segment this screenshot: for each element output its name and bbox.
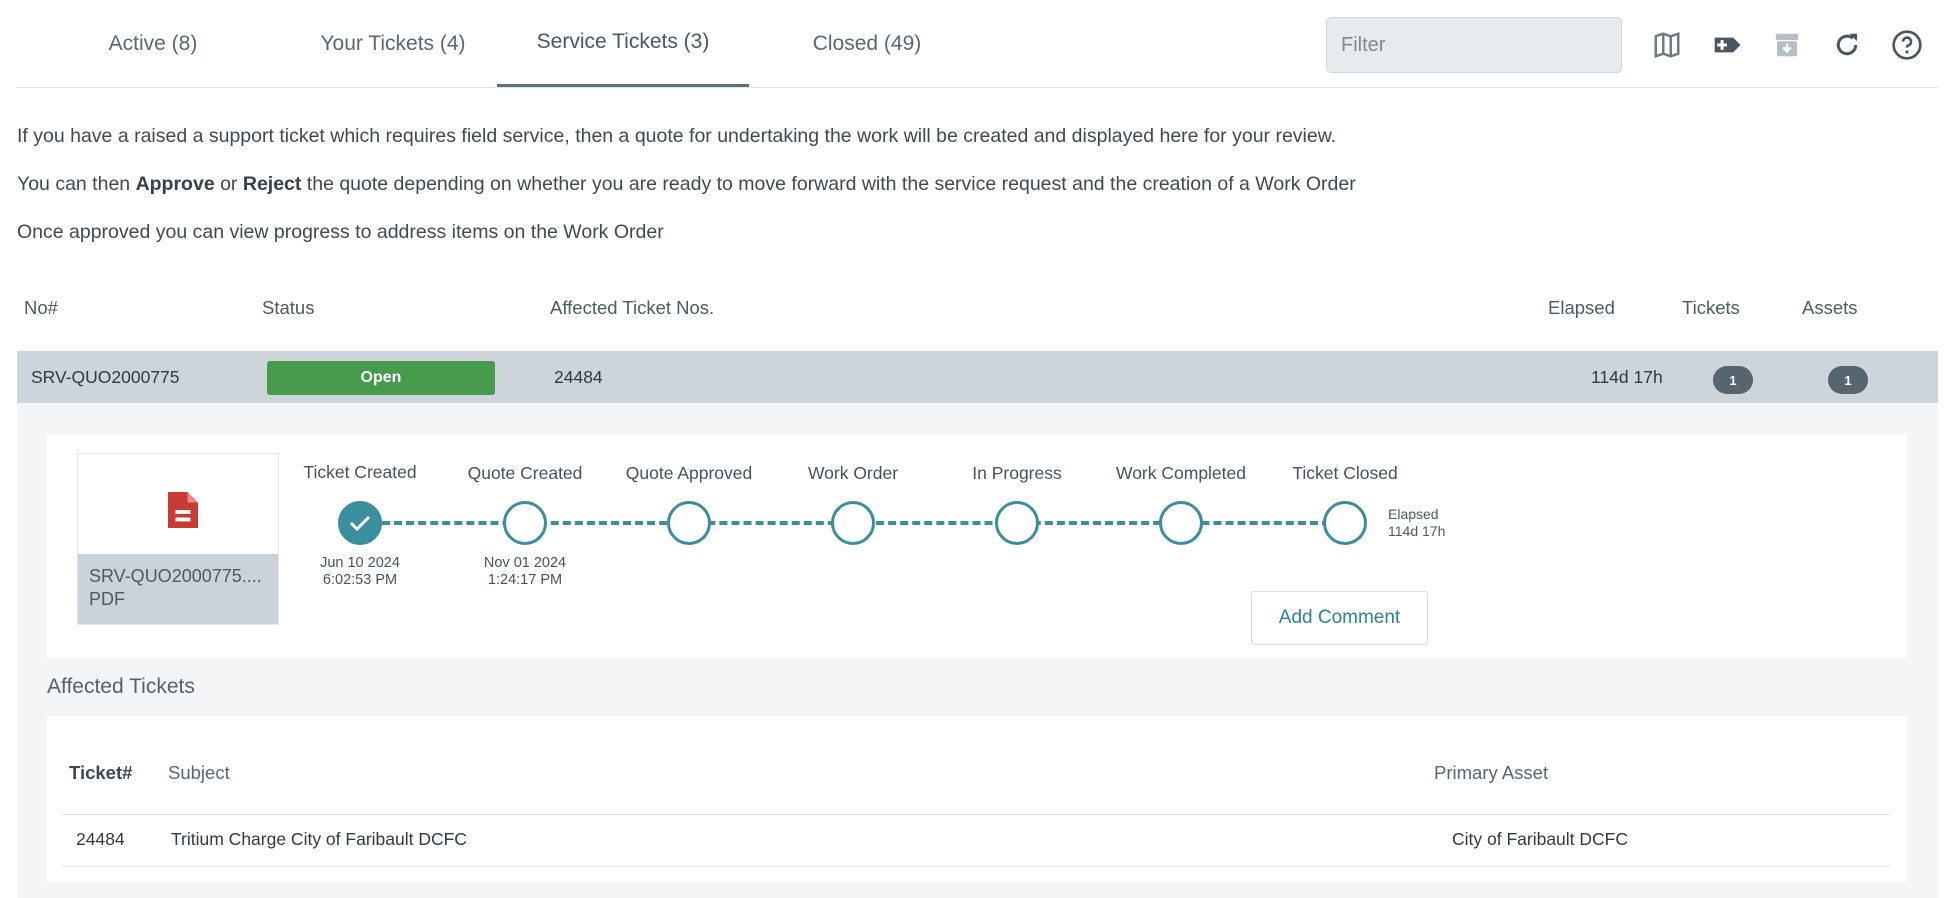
add-comment-button[interactable]: Add Comment — [1251, 591, 1428, 645]
header-status[interactable]: Status — [262, 297, 314, 319]
intro-line-3: Once approved you can view progress to a… — [17, 221, 664, 243]
assets-count-badge: 1 — [1828, 366, 1868, 394]
step-label: Ticket Closed — [1292, 463, 1398, 483]
header-primary-asset[interactable]: Primary Asset — [1434, 762, 1548, 784]
document-name: SRV-QUO2000775.... — [89, 566, 262, 586]
step-date: Jun 10 2024 — [320, 555, 400, 571]
affected-ticket-subject: Tritium Charge City of Faribault DCFC — [171, 829, 467, 849]
elapsed-value: 114d 17h — [1591, 366, 1663, 387]
step-quote-approved — [667, 501, 711, 545]
step-label: Quote Created — [467, 463, 583, 483]
status-badge: Open — [267, 361, 495, 395]
step-label: Work Order — [807, 463, 899, 483]
document-footer: SRV-QUO2000775.... PDF — [78, 554, 278, 624]
step-time: 6:02:53 PM — [322, 572, 398, 588]
step-work-completed — [1159, 501, 1203, 545]
affected-ticket-number[interactable]: 24484 — [76, 829, 125, 850]
tab-closed[interactable]: Closed (49) — [782, 0, 952, 88]
step-ticket-created — [338, 501, 382, 545]
header-tickets[interactable]: Tickets — [1682, 297, 1740, 319]
step-date: Nov 01 2024 — [483, 555, 567, 571]
affected-tickets-title: Affected Tickets — [47, 675, 195, 698]
intro-line-2: You can then Approve or Reject the quote… — [17, 173, 1356, 196]
refresh-icon[interactable] — [1830, 28, 1864, 62]
approve-word: Approve — [135, 173, 215, 195]
add-ticket-icon[interactable] — [1710, 28, 1744, 62]
document-type: PDF — [89, 589, 125, 609]
step-quote-created — [503, 501, 547, 545]
help-icon[interactable] — [1890, 28, 1924, 62]
tab-service-tickets[interactable]: Service Tickets (3) — [497, 0, 749, 87]
step-label: Work Completed — [1115, 463, 1247, 483]
step-work-order — [831, 501, 875, 545]
elapsed-value: 114d 17h — [1388, 523, 1446, 539]
step-in-progress — [995, 501, 1039, 545]
step-label: In Progress — [972, 463, 1062, 483]
step-time: 1:24:17 PM — [487, 572, 563, 588]
divider — [62, 814, 1890, 815]
quote-number: SRV-QUO2000775 — [31, 366, 180, 387]
filter-input[interactable] — [1326, 17, 1622, 73]
step-label: Ticket Created — [303, 462, 417, 482]
header-elapsed[interactable]: Elapsed — [1548, 297, 1615, 319]
map-icon[interactable] — [1650, 28, 1684, 62]
header-subject[interactable]: Subject — [168, 762, 230, 784]
table-row[interactable]: SRV-QUO2000775 Open 24484 114d 17h 1 1 — [17, 351, 1938, 403]
tab-your-tickets[interactable]: Your Tickets (4) — [278, 0, 508, 88]
header-assets[interactable]: Assets — [1802, 297, 1858, 319]
divider — [62, 866, 1890, 867]
quote-document-card[interactable]: SRV-QUO2000775.... PDF — [77, 453, 279, 625]
tickets-count-badge: 1 — [1713, 366, 1753, 394]
archive-icon[interactable] — [1770, 28, 1804, 62]
affected-tickets-table — [47, 716, 1907, 882]
elapsed-label: Elapsed — [1388, 506, 1439, 522]
affected-ticket-no: 24484 — [554, 366, 603, 387]
header-no[interactable]: No# — [24, 297, 58, 319]
step-label: Quote Approved — [625, 463, 753, 483]
pdf-document-icon — [165, 489, 201, 536]
intro-text: You can then — [17, 173, 136, 195]
intro-text: or — [214, 173, 243, 195]
reject-word: Reject — [242, 173, 302, 195]
intro-text: the quote depending on whether you are r… — [301, 173, 1356, 195]
header-affected[interactable]: Affected Ticket Nos. — [550, 297, 714, 319]
header-ticket-number[interactable]: Ticket# — [69, 762, 132, 784]
intro-line-1: If you have a raised a support ticket wh… — [17, 125, 1337, 147]
tab-active[interactable]: Active (8) — [64, 0, 242, 88]
affected-ticket-asset: City of Faribault DCFC — [1452, 829, 1629, 849]
checkmark-icon — [349, 515, 371, 532]
step-ticket-closed — [1323, 501, 1367, 545]
